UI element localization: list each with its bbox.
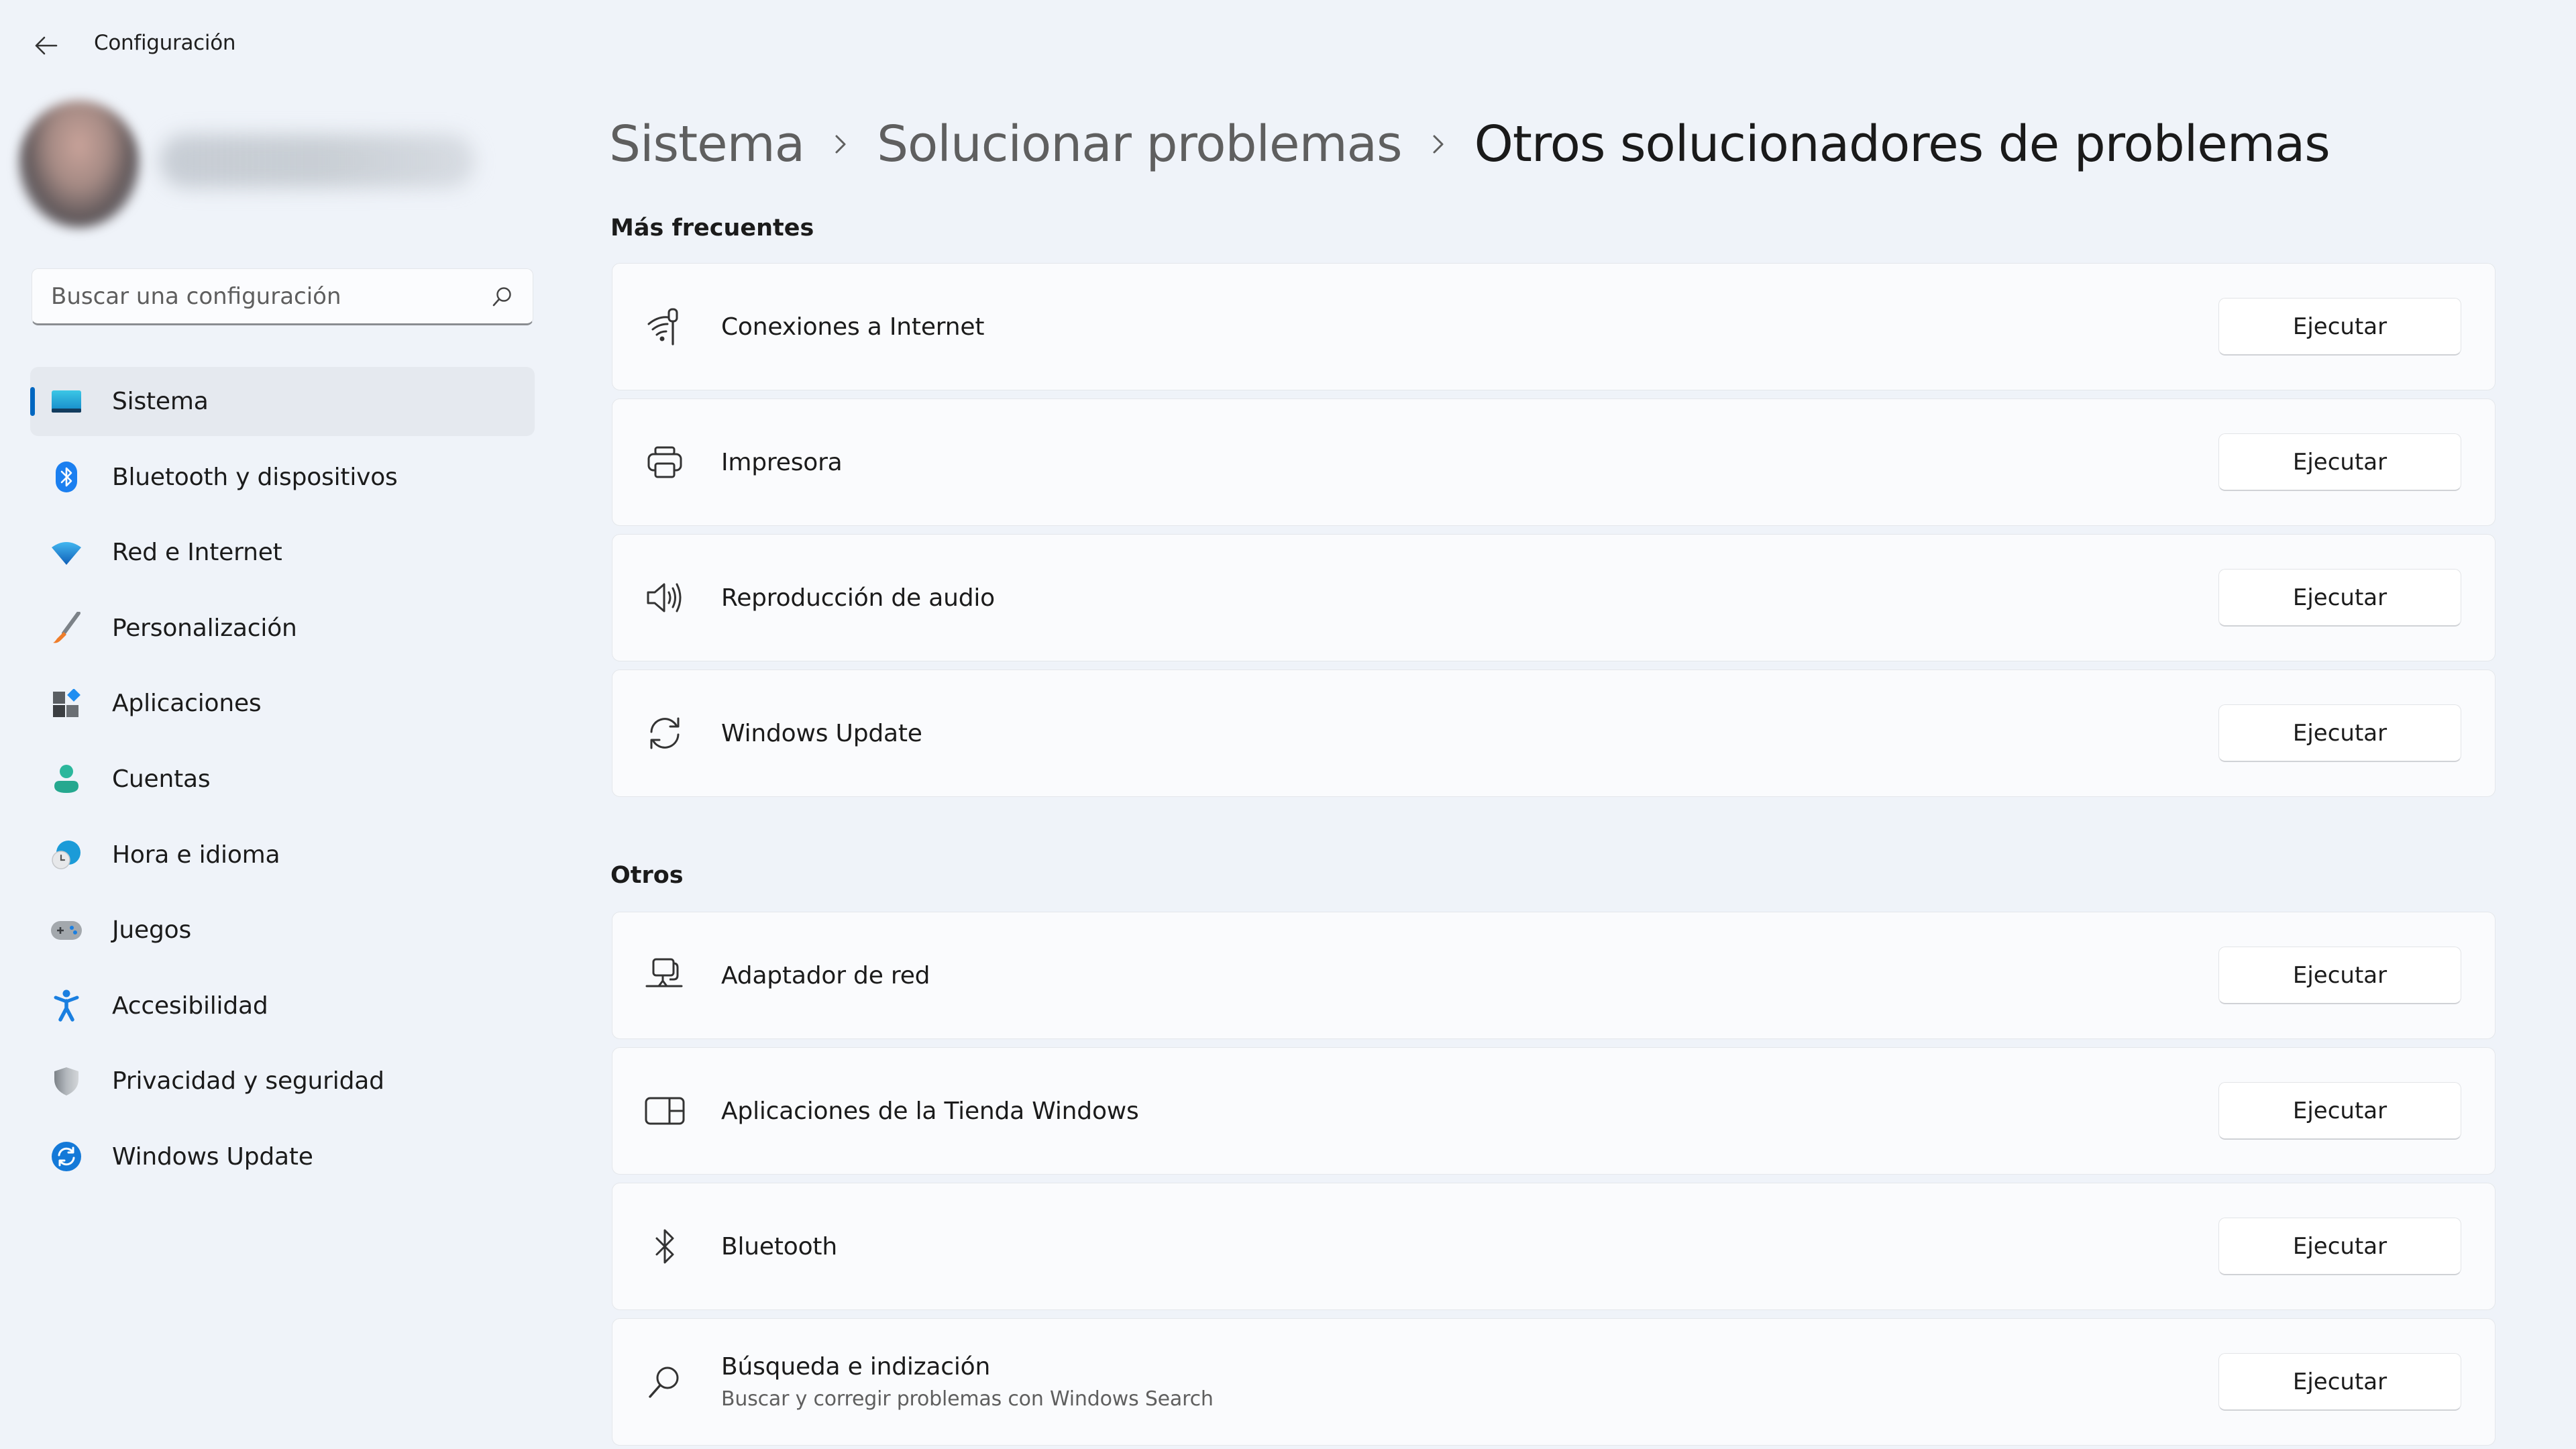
store-apps-icon bbox=[642, 1088, 688, 1134]
page-title: Otros solucionadores de problemas bbox=[1474, 115, 2330, 173]
nav-label: Accesibilidad bbox=[112, 991, 268, 1020]
network-adapter-icon bbox=[642, 953, 688, 998]
run-button[interactable]: Ejecutar bbox=[2218, 433, 2461, 491]
card-title: Búsqueda e indización bbox=[721, 1353, 991, 1381]
paintbrush-icon bbox=[49, 610, 84, 645]
sidebar-item-red[interactable]: Red e Internet bbox=[30, 518, 535, 587]
sidebar-item-aplicaciones[interactable]: Aplicaciones bbox=[30, 669, 535, 738]
sidebar-item-juegos[interactable]: Juegos bbox=[30, 896, 535, 965]
sidebar-item-hora[interactable]: Hora e idioma bbox=[30, 820, 535, 890]
internet-connection-icon bbox=[642, 304, 688, 350]
troubleshooter-card: Bluetooth Ejecutar bbox=[612, 1183, 2496, 1310]
sync-icon bbox=[642, 710, 688, 756]
run-button[interactable]: Ejecutar bbox=[2218, 1218, 2461, 1275]
chevron-right-icon bbox=[834, 133, 847, 155]
nav-label: Bluetooth y dispositivos bbox=[112, 463, 398, 491]
arrow-left-icon bbox=[34, 36, 58, 56]
sidebar-item-privacidad[interactable]: Privacidad y seguridad bbox=[30, 1046, 535, 1116]
nav-label: Aplicaciones bbox=[112, 690, 262, 718]
search-box[interactable] bbox=[32, 268, 533, 325]
gamepad-icon bbox=[49, 913, 84, 948]
sidebar-item-bluetooth[interactable]: Bluetooth y dispositivos bbox=[30, 443, 535, 512]
app-title: Configuración bbox=[94, 31, 236, 55]
breadcrumb-item-solucionar[interactable]: Solucionar problemas bbox=[877, 115, 1403, 173]
shield-icon bbox=[49, 1064, 84, 1099]
sidebar-item-windows-update[interactable]: Windows Update bbox=[30, 1122, 535, 1191]
card-title: Bluetooth bbox=[721, 1232, 837, 1260]
user-profile[interactable] bbox=[19, 94, 502, 235]
time-language-icon bbox=[49, 837, 84, 872]
card-title: Adaptador de red bbox=[721, 961, 930, 989]
search-icon[interactable] bbox=[487, 282, 517, 311]
sidebar-item-cuentas[interactable]: Cuentas bbox=[30, 745, 535, 814]
selected-indicator bbox=[30, 387, 35, 416]
run-button[interactable]: Ejecutar bbox=[2218, 1082, 2461, 1140]
profile-name bbox=[160, 134, 475, 188]
breadcrumb-item-sistema[interactable]: Sistema bbox=[609, 115, 805, 173]
troubleshooter-card: Aplicaciones de la Tienda Windows Ejecut… bbox=[612, 1047, 2496, 1175]
chevron-right-icon bbox=[1432, 133, 1445, 155]
troubleshooter-card: Conexiones a Internet Ejecutar bbox=[612, 263, 2496, 390]
sidebar-item-personalizacion[interactable]: Personalización bbox=[30, 594, 535, 663]
search-icon bbox=[642, 1359, 688, 1405]
apps-icon bbox=[49, 686, 84, 721]
card-title: Windows Update bbox=[721, 719, 922, 747]
accessibility-icon bbox=[49, 988, 84, 1023]
nav-label: Sistema bbox=[112, 388, 209, 415]
troubleshooter-card: Reproducción de audio Ejecutar bbox=[612, 534, 2496, 661]
card-title: Conexiones a Internet bbox=[721, 313, 985, 341]
troubleshooter-card: Búsqueda e indización Buscar y corregir … bbox=[612, 1318, 2496, 1446]
section-title-frecuentes: Más frecuentes bbox=[610, 215, 814, 241]
nav-label: Personalización bbox=[112, 614, 297, 642]
sidebar-nav: Sistema Bluetooth y dispositivos Red e I… bbox=[30, 367, 535, 1198]
run-button[interactable]: Ejecutar bbox=[2218, 298, 2461, 356]
speaker-icon bbox=[642, 575, 688, 621]
nav-label: Privacidad y seguridad bbox=[112, 1067, 384, 1095]
nav-label: Juegos bbox=[112, 916, 192, 945]
windows-update-icon bbox=[49, 1139, 84, 1174]
run-button[interactable]: Ejecutar bbox=[2218, 947, 2461, 1004]
sidebar-item-sistema[interactable]: Sistema bbox=[30, 367, 535, 436]
title-bar: Configuración bbox=[0, 0, 2576, 94]
system-display-icon bbox=[49, 384, 84, 419]
bluetooth-icon bbox=[642, 1224, 688, 1269]
back-button[interactable] bbox=[24, 27, 67, 64]
avatar[interactable] bbox=[19, 101, 140, 228]
nav-label: Cuentas bbox=[112, 765, 211, 793]
run-button[interactable]: Ejecutar bbox=[2218, 704, 2461, 762]
run-button[interactable]: Ejecutar bbox=[2218, 569, 2461, 627]
card-title: Aplicaciones de la Tienda Windows bbox=[721, 1097, 1139, 1125]
printer-icon bbox=[642, 439, 688, 485]
troubleshooter-card: Impresora Ejecutar bbox=[612, 398, 2496, 526]
sidebar-item-accesibilidad[interactable]: Accesibilidad bbox=[30, 971, 535, 1040]
wifi-icon bbox=[49, 535, 84, 570]
breadcrumb: Sistema Solucionar problemas Otros soluc… bbox=[609, 107, 2330, 181]
nav-label: Hora e idioma bbox=[112, 841, 280, 869]
card-title: Reproducción de audio bbox=[721, 584, 995, 612]
search-input[interactable] bbox=[51, 282, 487, 310]
nav-label: Windows Update bbox=[112, 1142, 313, 1171]
troubleshooter-card: Windows Update Ejecutar bbox=[612, 669, 2496, 797]
card-description: Buscar y corregir problemas con Windows … bbox=[721, 1387, 1214, 1411]
run-button[interactable]: Ejecutar bbox=[2218, 1353, 2461, 1411]
troubleshooter-card: Adaptador de red Ejecutar bbox=[612, 912, 2496, 1039]
card-title: Impresora bbox=[721, 448, 843, 476]
section-title-otros: Otros bbox=[610, 862, 684, 889]
nav-label: Red e Internet bbox=[112, 539, 282, 567]
bluetooth-icon bbox=[49, 460, 84, 494]
account-icon bbox=[49, 761, 84, 796]
